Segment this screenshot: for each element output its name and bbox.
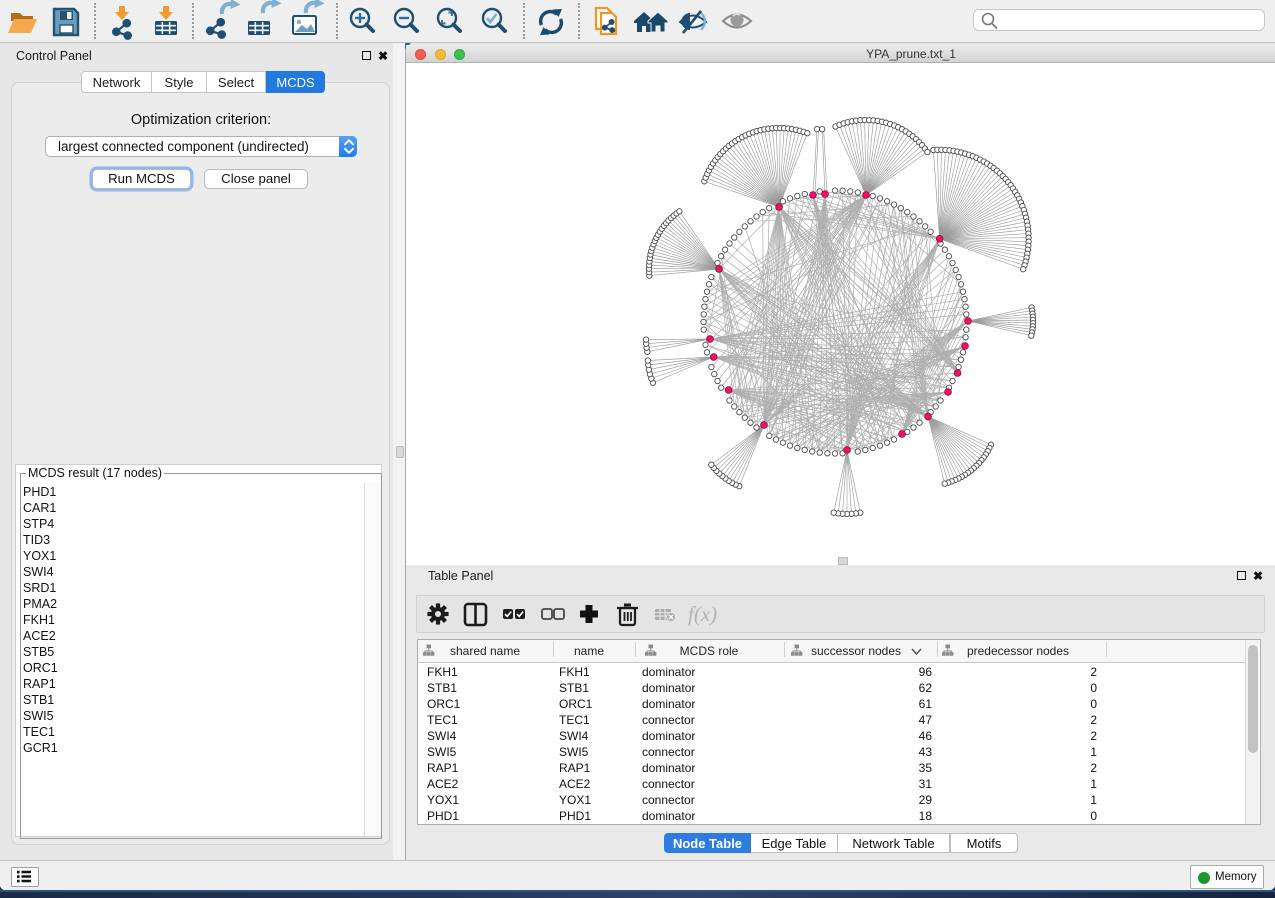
svg-text:f(x): f(x) [688,602,717,626]
